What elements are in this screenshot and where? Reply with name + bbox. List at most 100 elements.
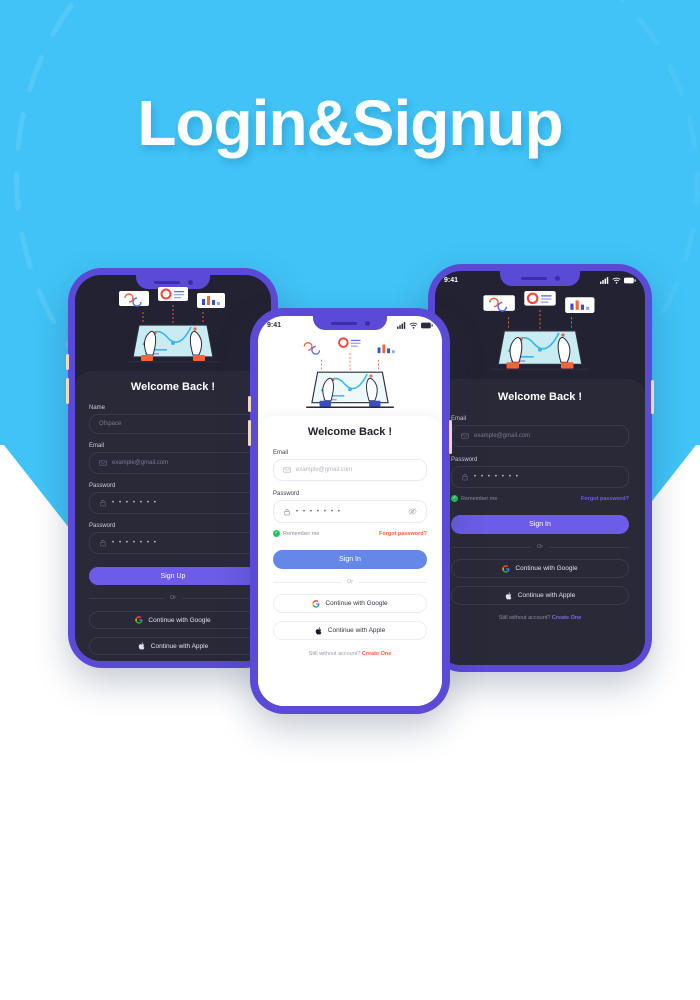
signup-title: Welcome Back ! bbox=[130, 381, 216, 393]
sign-in-button[interactable]: Sign In bbox=[451, 515, 629, 534]
front-camera-icon bbox=[187, 279, 193, 285]
password-value: • • • • • • • bbox=[112, 500, 158, 506]
apple-logo-icon bbox=[505, 591, 512, 600]
google-logo-icon bbox=[312, 599, 320, 608]
remember-me-label: Remember me bbox=[283, 530, 320, 537]
check-icon: ✓ bbox=[451, 495, 458, 502]
forgot-password-link[interactable]: Forgot password? bbox=[581, 496, 629, 502]
login-dark-screen: 9:41 Welcome Back ! Email example@gmail.… bbox=[435, 271, 645, 665]
status-time: 9:41 bbox=[444, 276, 459, 284]
phone-power-button[interactable] bbox=[651, 380, 654, 414]
divider-line bbox=[359, 581, 427, 583]
google-logo-icon bbox=[135, 616, 143, 624]
envelope-icon bbox=[283, 467, 291, 473]
apple-button-label: Continue with Apple bbox=[327, 627, 386, 634]
confirm-password-label: Password bbox=[89, 523, 116, 529]
remember-forgot-row: ✓ Remember me Forgot password? bbox=[273, 530, 427, 537]
password-label: Password bbox=[273, 491, 300, 497]
continue-with-google-button[interactable]: Continue with Google bbox=[89, 611, 257, 629]
continue-with-apple-button[interactable]: Continue with Apple bbox=[89, 637, 257, 655]
lock-icon bbox=[462, 473, 468, 481]
footer-text: Still without account? bbox=[498, 615, 551, 621]
email-input[interactable]: example@gmail.com bbox=[451, 425, 629, 447]
login-light-card: Welcome Back ! Email example@gmail.com P… bbox=[258, 416, 442, 706]
sign-up-button[interactable]: Sign Up bbox=[89, 567, 257, 585]
earpiece-speaker-icon bbox=[153, 280, 180, 284]
name-label: Name bbox=[89, 405, 106, 411]
phone-volume-up-button[interactable] bbox=[248, 396, 251, 412]
continue-with-apple-button[interactable]: Continue with Apple bbox=[273, 621, 427, 640]
login-dark-card: Welcome Back ! Email example@gmail.com P… bbox=[435, 379, 645, 665]
email-input[interactable]: example@gmail.com bbox=[89, 452, 257, 474]
name-input[interactable]: Ofspace bbox=[89, 414, 257, 434]
divider-line bbox=[182, 597, 257, 599]
remember-forgot-row: ✓ Remember me Forgot password? bbox=[451, 495, 629, 502]
phone-volume-down-button[interactable] bbox=[248, 420, 251, 446]
email-label: Email bbox=[451, 416, 467, 422]
wifi-icon bbox=[409, 322, 418, 329]
remember-me-label: Remember me bbox=[461, 495, 498, 502]
password-label: Password bbox=[89, 483, 116, 489]
phone-mockup-login-light: 9:41 Welcome Back ! Email example@gmail.… bbox=[248, 308, 452, 714]
login-light-illustration bbox=[258, 336, 442, 416]
or-label: Or bbox=[169, 595, 177, 601]
lock-icon bbox=[100, 499, 106, 507]
phone-power-button[interactable] bbox=[449, 420, 452, 454]
create-one-link[interactable]: Create One bbox=[552, 615, 581, 621]
email-input[interactable]: example@gmail.com bbox=[273, 459, 427, 481]
battery-icon bbox=[421, 322, 433, 328]
forgot-password-link[interactable]: Forgot password? bbox=[379, 531, 427, 537]
email-placeholder: example@gmail.com bbox=[296, 467, 353, 473]
or-label: Or bbox=[346, 579, 354, 585]
or-label: Or bbox=[536, 544, 544, 550]
footer-signup-prompt: Still without account? Create One bbox=[451, 615, 629, 621]
phone-volume-up-button[interactable] bbox=[66, 354, 69, 370]
email-placeholder: example@gmail.com bbox=[112, 460, 169, 466]
google-button-label: Continue with Google bbox=[325, 600, 388, 607]
apple-logo-icon bbox=[138, 642, 145, 650]
apple-button-label: Continue with Apple bbox=[517, 592, 576, 599]
google-button-label: Continue with Google bbox=[148, 616, 211, 624]
login-dark-title: Welcome Back ! bbox=[497, 391, 583, 403]
divider-line bbox=[451, 546, 531, 548]
envelope-icon bbox=[99, 460, 107, 466]
password-input[interactable]: • • • • • • • bbox=[273, 500, 427, 523]
page-title: Login&Signup bbox=[137, 87, 563, 159]
or-divider: Or bbox=[273, 579, 427, 585]
login-light-title: Welcome Back ! bbox=[307, 426, 393, 438]
signup-screen: Welcome Back ! Name Ofspace Email exampl… bbox=[75, 275, 271, 661]
divider-line bbox=[89, 597, 164, 599]
wifi-icon bbox=[612, 277, 621, 284]
eye-off-icon[interactable] bbox=[408, 507, 417, 516]
email-label: Email bbox=[89, 443, 105, 449]
create-one-link[interactable]: Create One bbox=[362, 651, 391, 657]
login-dark-illustration bbox=[435, 291, 645, 379]
confirm-password-input[interactable]: • • • • • • • bbox=[89, 532, 257, 554]
poster-canvas: Login&Signup Welcome Back ! Name Ofspace… bbox=[0, 0, 700, 1000]
continue-with-google-button[interactable]: Continue with Google bbox=[451, 559, 629, 578]
confirm-password-value: • • • • • • • bbox=[112, 540, 158, 546]
remember-me-checkbox[interactable]: ✓ Remember me bbox=[451, 495, 497, 502]
password-value: • • • • • • • bbox=[474, 474, 520, 480]
continue-with-apple-button[interactable]: Continue with Apple bbox=[451, 586, 629, 605]
continue-with-google-button[interactable]: Continue with Google bbox=[273, 594, 427, 613]
status-bar: 9:41 bbox=[258, 316, 442, 334]
apple-logo-icon bbox=[315, 626, 322, 635]
password-input[interactable]: • • • • • • • bbox=[89, 492, 257, 514]
divider-line bbox=[273, 581, 341, 583]
sign-in-button[interactable]: Sign In bbox=[273, 550, 427, 569]
name-value: Ofspace bbox=[99, 421, 122, 427]
signup-illustration bbox=[75, 287, 271, 371]
phone-mockup-signup: Welcome Back ! Name Ofspace Email exampl… bbox=[66, 268, 280, 668]
apple-button-label: Continue with Apple bbox=[150, 642, 209, 650]
lock-icon bbox=[284, 508, 290, 515]
remember-me-checkbox[interactable]: ✓ Remember me bbox=[273, 530, 319, 537]
footer-text: Still without account? bbox=[308, 651, 361, 657]
email-label: Email bbox=[273, 450, 289, 456]
cellular-signal-icon bbox=[600, 276, 609, 284]
password-input[interactable]: • • • • • • • bbox=[451, 466, 629, 488]
check-icon: ✓ bbox=[273, 530, 280, 537]
password-label: Password bbox=[451, 457, 478, 463]
signup-card: Welcome Back ! Name Ofspace Email exampl… bbox=[75, 371, 271, 661]
phone-volume-down-button[interactable] bbox=[66, 378, 69, 404]
